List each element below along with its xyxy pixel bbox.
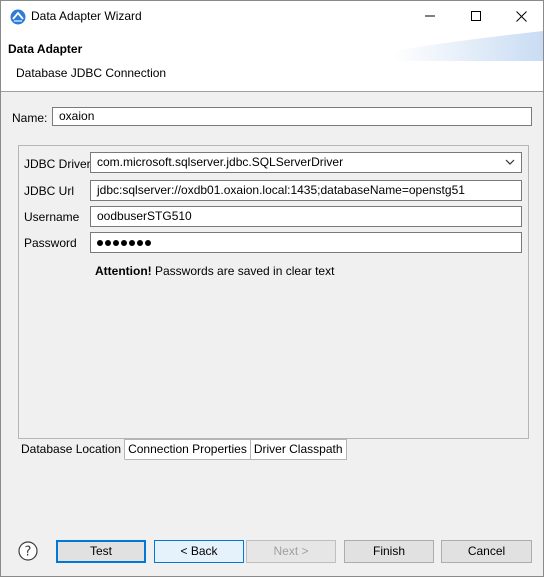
help-icon[interactable]: ?: [18, 541, 38, 561]
chevron-down-icon: [505, 159, 515, 165]
close-icon: [515, 10, 527, 22]
maximize-button[interactable]: [453, 1, 499, 31]
jdbc-driver-value: com.microsoft.sqlserver.jdbc.SQLServerDr…: [97, 155, 344, 169]
password-dot: [113, 239, 119, 246]
next-button[interactable]: Next >: [246, 540, 336, 563]
name-input[interactable]: oxaion: [52, 107, 532, 126]
password-label: Password: [24, 236, 77, 250]
title-bar[interactable]: Data Adapter Wizard: [1, 1, 543, 31]
password-mask: [97, 235, 153, 249]
password-dot: [97, 239, 103, 246]
jdbc-driver-select[interactable]: com.microsoft.sqlserver.jdbc.SQLServerDr…: [90, 152, 522, 173]
cancel-button[interactable]: Cancel: [441, 540, 532, 563]
tab-database-location[interactable]: Database Location: [18, 439, 126, 460]
password-dot: [145, 239, 151, 246]
username-label: Username: [24, 210, 80, 224]
jdbc-url-input[interactable]: jdbc:sqlserver://oxdb01.oxaion.local:143…: [90, 180, 522, 201]
jdbc-driver-label: JDBC Driver: [24, 157, 91, 171]
name-label: Name:: [12, 111, 48, 125]
maximize-icon: [471, 11, 481, 21]
wizard-window: Data Adapter Wizard Data Adapter Databas…: [0, 0, 544, 577]
app-icon: [10, 9, 26, 25]
test-button[interactable]: Test: [56, 540, 146, 563]
attention-text: Passwords are saved in clear text: [155, 264, 335, 278]
username-input[interactable]: oodbuserSTG510: [90, 206, 522, 227]
password-dot: [137, 239, 143, 246]
jdbc-url-label: JDBC Url: [24, 184, 74, 198]
banner-separator: [1, 91, 543, 92]
banner-title: Data Adapter: [8, 42, 83, 56]
svg-text:?: ?: [25, 545, 32, 560]
banner-decoration: [393, 31, 543, 61]
back-button[interactable]: < Back: [154, 540, 244, 563]
finish-button[interactable]: Finish: [344, 540, 434, 563]
window-title: Data Adapter Wizard: [31, 9, 142, 23]
tab-driver-classpath[interactable]: Driver Classpath: [250, 439, 347, 460]
tab-connection-properties[interactable]: Connection Properties: [125, 439, 251, 460]
attention-label: Attention!: [95, 264, 152, 278]
minimize-button[interactable]: [407, 1, 453, 31]
password-dot: [105, 239, 111, 246]
password-warning: Attention! Passwords are saved in clear …: [95, 264, 334, 278]
wizard-banner: Data Adapter Database JDBC Connection: [1, 31, 543, 91]
close-button[interactable]: [498, 1, 544, 31]
banner-subtitle: Database JDBC Connection: [16, 66, 167, 80]
password-input[interactable]: [90, 232, 522, 253]
minimize-icon: [425, 15, 435, 17]
password-dot: [129, 239, 135, 246]
tab-strip: Database Location Connection Properties …: [18, 439, 347, 460]
password-dot: [121, 239, 127, 246]
